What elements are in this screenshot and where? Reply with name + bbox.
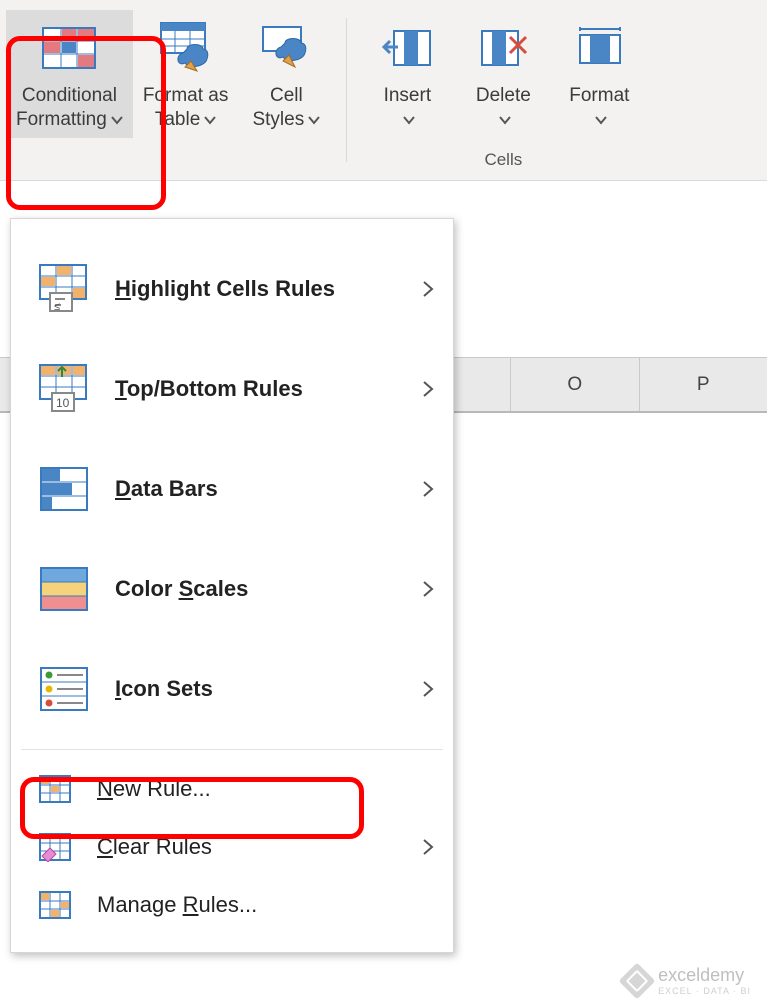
conditional-formatting-menu: ≤ HHighlight Cells Rulesighlight Cells R… (10, 218, 454, 953)
menu-label: Manage Rules...Manage Rules... (97, 892, 435, 918)
format-icon (572, 18, 626, 78)
delete-button[interactable]: Delete (455, 10, 551, 138)
menu-color-scales[interactable]: Color ScalesColor Scales (11, 539, 453, 639)
cells-group: Insert Delete Format (353, 10, 653, 170)
chevron-right-icon (421, 479, 435, 499)
styles-group: Conditional Formatting Format as Table (0, 10, 340, 170)
delete-label: Delete (476, 85, 531, 106)
clear-rules-icon (35, 832, 75, 862)
conditional-formatting-icon (41, 18, 97, 78)
column-header-p[interactable]: P (640, 358, 767, 411)
data-bars-icon (35, 466, 93, 512)
menu-manage-rules[interactable]: Manage Rules...Manage Rules... (11, 876, 453, 934)
cell-styles-button[interactable]: Cell Styles (238, 10, 334, 138)
chevron-right-icon (421, 279, 435, 299)
chevron-down-icon (111, 108, 123, 132)
menu-label: Top/Bottom RulesTop/Bottom Rules (115, 376, 421, 402)
chevron-right-icon (421, 679, 435, 699)
menu-label: Clear RulesClear Rules (97, 834, 421, 860)
watermark: exceldemy EXCEL · DATA · BI (624, 965, 751, 996)
svg-text:10: 10 (56, 396, 70, 410)
format-as-table-label-1: Format as (143, 85, 229, 106)
column-header-o[interactable]: O (511, 358, 640, 411)
chevron-right-icon (421, 837, 435, 857)
icon-sets-icon (35, 666, 93, 712)
new-rule-icon (35, 774, 75, 804)
menu-label: New Rule...New Rule... (97, 776, 435, 802)
manage-rules-icon (35, 890, 75, 920)
chevron-down-icon (204, 108, 216, 132)
insert-icon (380, 18, 434, 78)
conditional-formatting-button[interactable]: Conditional Formatting (6, 10, 133, 138)
top-bottom-rules-icon: 10 (35, 363, 93, 415)
chevron-down-icon (403, 108, 415, 132)
conditional-formatting-label-1: Conditional (22, 85, 117, 106)
cell-styles-icon (257, 18, 315, 78)
chevron-right-icon (421, 579, 435, 599)
chevron-down-icon (499, 108, 511, 132)
color-scales-icon (35, 566, 93, 612)
watermark-brand: exceldemy (658, 965, 744, 985)
menu-separator (21, 749, 443, 750)
watermark-logo-icon (619, 962, 656, 999)
cell-styles-label-1: Cell (270, 85, 303, 106)
menu-label: HHighlight Cells Rulesighlight Cells Rul… (115, 276, 421, 302)
menu-label: Icon SetsIcon Sets (115, 676, 421, 702)
format-as-table-label-2: Table (155, 109, 200, 130)
insert-label: Insert (384, 85, 432, 106)
menu-top-bottom-rules[interactable]: 10 Top/Bottom RulesTop/Bottom Rules (11, 339, 453, 439)
chevron-down-icon (595, 108, 607, 132)
conditional-formatting-label-2: Formatting (16, 109, 107, 130)
format-as-table-button[interactable]: Format as Table (133, 10, 239, 138)
menu-icon-sets[interactable]: Icon SetsIcon Sets (11, 639, 453, 739)
svg-text:≤: ≤ (54, 301, 60, 313)
delete-icon (476, 18, 530, 78)
insert-button[interactable]: Insert (359, 10, 455, 138)
chevron-down-icon (308, 108, 320, 132)
menu-clear-rules[interactable]: Clear RulesClear Rules (11, 818, 453, 876)
ribbon: Conditional Formatting Format as Table (0, 0, 767, 181)
menu-new-rule[interactable]: New Rule...New Rule... (11, 760, 453, 818)
menu-label: Color ScalesColor Scales (115, 576, 421, 602)
cell-styles-label-2: Styles (252, 109, 304, 130)
watermark-sub: EXCEL · DATA · BI (658, 986, 751, 996)
menu-data-bars[interactable]: Data BarsData Bars (11, 439, 453, 539)
format-label: Format (569, 85, 629, 106)
cells-group-label: Cells (484, 150, 522, 170)
chevron-right-icon (421, 379, 435, 399)
format-as-table-icon (157, 18, 215, 78)
menu-label: Data BarsData Bars (115, 476, 421, 502)
menu-highlight-cells-rules[interactable]: ≤ HHighlight Cells Rulesighlight Cells R… (11, 239, 453, 339)
highlight-cells-rules-icon: ≤ (35, 263, 93, 315)
ribbon-divider (346, 18, 347, 162)
format-button[interactable]: Format (551, 10, 647, 138)
